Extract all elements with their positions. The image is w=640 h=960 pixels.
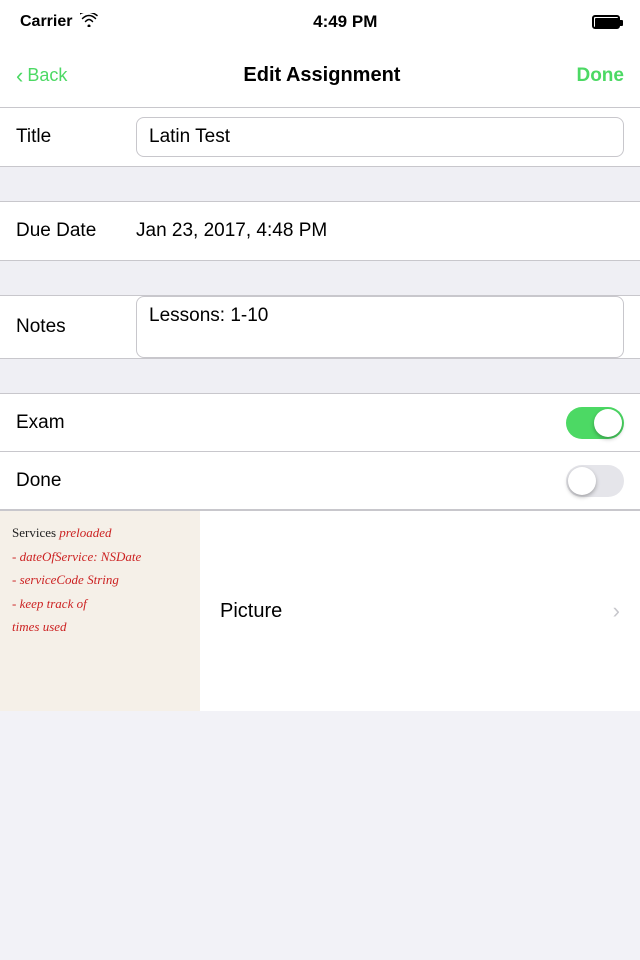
- hw-line-3: - serviceCode String: [12, 570, 188, 590]
- hw-line-1: Services preloaded: [12, 523, 188, 543]
- due-date-value: Jan 23, 2017, 4:48 PM: [136, 220, 624, 242]
- title-row: Title: [0, 108, 640, 166]
- hw-line-5: times used: [12, 617, 188, 637]
- section-divider-2: [0, 260, 640, 296]
- hw-line-4: - keep track of: [12, 594, 188, 614]
- picture-row[interactable]: Services preloaded - dateOfService: NSDa…: [0, 510, 640, 711]
- exam-row: Exam: [0, 394, 640, 452]
- carrier-label: Carrier: [20, 13, 72, 31]
- back-label: Back: [27, 65, 67, 86]
- exam-toggle[interactable]: [566, 407, 624, 439]
- picture-label-area: Picture ›: [200, 598, 640, 624]
- notes-label: Notes: [16, 316, 136, 338]
- exam-label: Exam: [16, 412, 65, 434]
- done-button[interactable]: Done: [576, 65, 624, 87]
- section-divider-3: [0, 358, 640, 394]
- due-date-section: Due Date Jan 23, 2017, 4:48 PM: [0, 202, 640, 260]
- status-right: [592, 15, 620, 29]
- status-time: 4:49 PM: [313, 12, 377, 32]
- picture-label: Picture: [220, 600, 282, 623]
- back-chevron-icon: ‹: [16, 65, 23, 87]
- title-label: Title: [16, 126, 136, 148]
- hw-line-2: - dateOfService: NSDate: [12, 547, 188, 567]
- notes-section: Notes Lessons: 1-10: [0, 296, 640, 358]
- wifi-icon: [80, 13, 98, 32]
- page-title: Edit Assignment: [243, 64, 400, 87]
- due-date-row[interactable]: Due Date Jan 23, 2017, 4:48 PM: [0, 202, 640, 260]
- exam-toggle-knob: [594, 409, 622, 437]
- title-section: Title: [0, 108, 640, 166]
- notes-row: Notes Lessons: 1-10: [0, 296, 640, 358]
- title-input[interactable]: [136, 117, 624, 157]
- back-button[interactable]: ‹ Back: [16, 65, 67, 87]
- done-toggle-knob: [568, 467, 596, 495]
- done-row: Done: [0, 452, 640, 510]
- notes-input[interactable]: Lessons: 1-10: [136, 296, 624, 358]
- picture-thumbnail: Services preloaded - dateOfService: NSDa…: [0, 511, 200, 711]
- navigation-bar: ‹ Back Edit Assignment Done: [0, 44, 640, 108]
- status-bar: Carrier 4:49 PM: [0, 0, 640, 44]
- done-toggle-label: Done: [16, 470, 61, 492]
- section-divider-1: [0, 166, 640, 202]
- due-date-label: Due Date: [16, 220, 136, 242]
- status-left: Carrier: [20, 13, 98, 32]
- done-toggle[interactable]: [566, 465, 624, 497]
- handwritten-note: Services preloaded - dateOfService: NSDa…: [0, 511, 200, 711]
- battery-icon: [592, 15, 620, 29]
- picture-chevron-icon: ›: [613, 598, 620, 624]
